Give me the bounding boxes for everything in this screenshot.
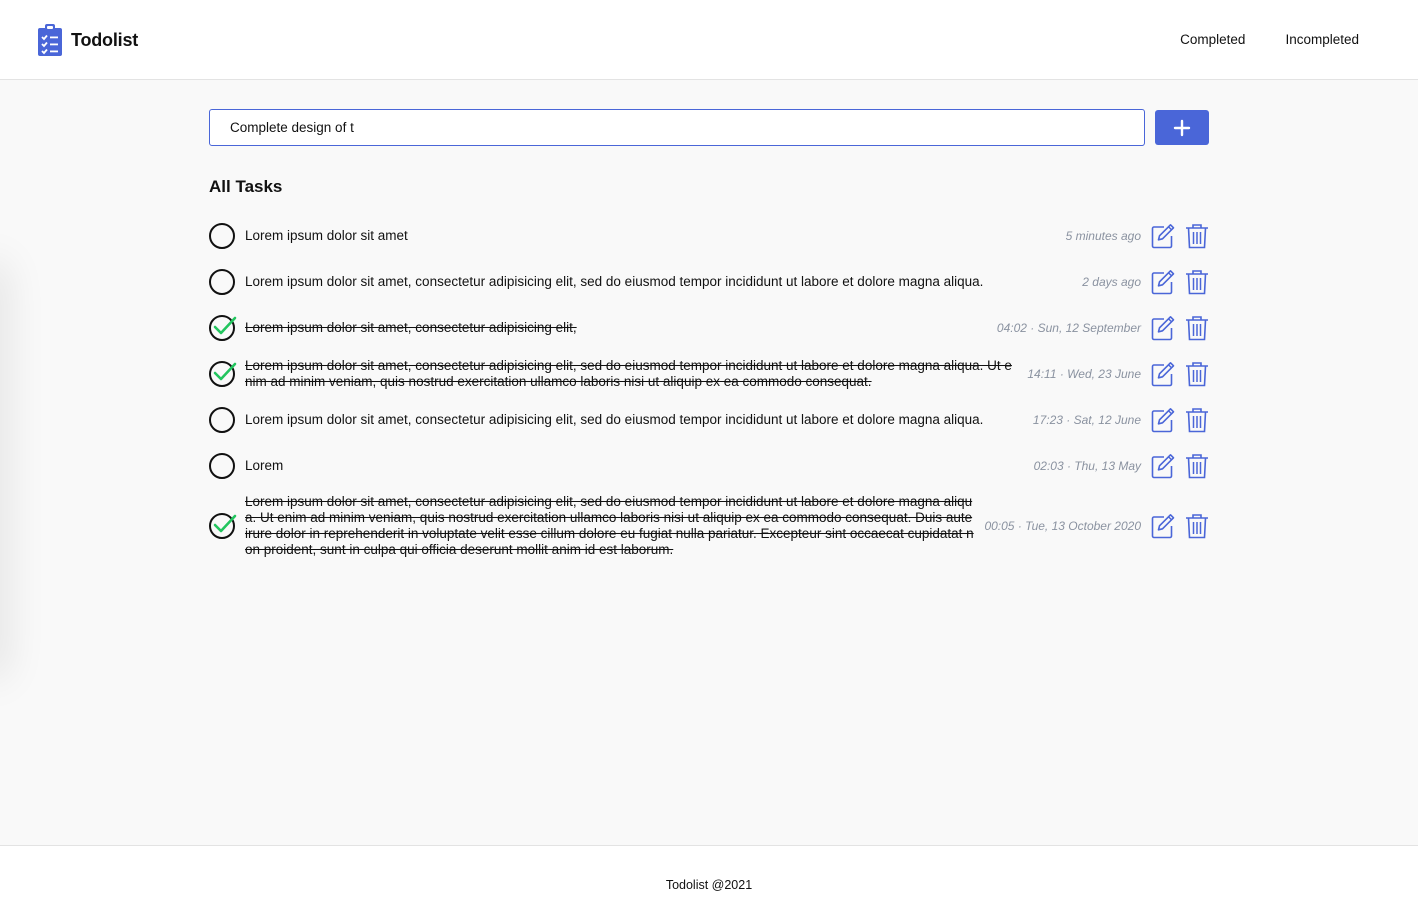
task-time: 5 minutes ago — [1065, 229, 1141, 243]
edit-icon[interactable] — [1151, 223, 1175, 249]
task-actions — [1151, 315, 1209, 341]
trash-icon[interactable] — [1185, 315, 1209, 341]
task-text: Lorem — [245, 458, 284, 473]
task-checkbox-checked[interactable] — [209, 315, 237, 341]
add-task-button[interactable] — [1155, 110, 1209, 145]
checkmark-icon — [209, 315, 237, 341]
section-title: All Tasks — [209, 177, 283, 196]
task-time: 17:23 · Sat, 12 June — [1032, 413, 1141, 427]
circle-icon — [209, 223, 235, 249]
footer-text: Todolist @2021 — [665, 878, 753, 892]
task-row: Lorem ipsum dolor sit amet 5 minutes ago — [209, 213, 1209, 259]
task-text: Lorem ipsum dolor sit amet — [245, 228, 408, 243]
task-row: Lorem ipsum dolor sit amet, consectetur … — [209, 489, 1209, 563]
edit-icon[interactable] — [1151, 513, 1175, 539]
circle-icon — [209, 269, 235, 295]
task-list: Lorem ipsum dolor sit amet 5 minutes ago L… — [209, 213, 1209, 563]
task-time: 14:11 · Wed, 23 June — [1027, 367, 1141, 381]
task-checkbox-unchecked[interactable] — [209, 453, 235, 479]
edit-icon[interactable] — [1151, 407, 1175, 433]
trash-icon[interactable] — [1185, 407, 1209, 433]
brand[interactable]: Todolist — [38, 24, 138, 56]
circle-icon — [209, 407, 235, 433]
task-row: Lorem ipsum dolor sit amet, consectetur … — [209, 259, 1209, 305]
checkmark-icon — [209, 361, 237, 387]
task-actions — [1151, 269, 1209, 295]
task-checkbox-unchecked[interactable] — [209, 269, 235, 295]
plus-icon — [1173, 119, 1191, 136]
task-text: Lorem ipsum dolor sit amet, consectetur … — [245, 274, 984, 289]
edit-icon[interactable] — [1151, 361, 1175, 387]
trash-icon[interactable] — [1185, 223, 1209, 249]
task-actions — [1151, 407, 1209, 433]
nav-completed[interactable]: Completed — [1180, 32, 1245, 47]
clipboard-checklist-icon — [38, 24, 62, 56]
top-header: Todolist Completed Incompleted — [0, 0, 1418, 80]
add-task-row — [209, 109, 1209, 146]
task-row: Lorem ipsum dolor sit amet, consectetur … — [209, 397, 1209, 443]
task-time: 04:02 · Sun, 12 September — [996, 321, 1141, 335]
edit-icon[interactable] — [1151, 315, 1175, 341]
task-row: Lorem 02:03 · Thu, 13 May — [209, 443, 1209, 489]
task-row: Lorem ipsum dolor sit amet, consectetur … — [209, 305, 1209, 351]
task-text: Lorem ipsum dolor sit amet, consectetur … — [245, 494, 974, 557]
trash-icon[interactable] — [1185, 453, 1209, 479]
trash-icon[interactable] — [1185, 269, 1209, 295]
task-text: Lorem ipsum dolor sit amet, consectetur … — [245, 412, 984, 427]
task-checkbox-checked[interactable] — [209, 361, 237, 387]
task-actions — [1151, 361, 1209, 387]
task-actions — [1151, 453, 1209, 479]
task-time: 00:05 · Tue, 13 October 2020 — [984, 519, 1141, 533]
trash-icon[interactable] — [1185, 513, 1209, 539]
edit-icon[interactable] — [1151, 453, 1175, 479]
task-time: 2 days ago — [1082, 275, 1141, 289]
circle-icon — [209, 453, 235, 479]
task-checkbox-unchecked[interactable] — [209, 407, 235, 433]
task-checkbox-unchecked[interactable] — [209, 223, 235, 249]
task-actions — [1151, 513, 1209, 539]
task-checkbox-checked[interactable] — [209, 513, 237, 539]
app-title: Todolist — [71, 29, 139, 50]
edit-icon[interactable] — [1151, 269, 1175, 295]
checkmark-icon — [209, 513, 237, 539]
page-footer: Todolist @2021 — [0, 845, 1418, 924]
task-time: 02:03 · Thu, 13 May — [1033, 459, 1141, 473]
new-task-input[interactable] — [209, 109, 1145, 146]
trash-icon[interactable] — [1185, 361, 1209, 387]
top-nav: Completed Incompleted — [1180, 32, 1359, 47]
task-text: Lorem ipsum dolor sit amet, consectetur … — [245, 320, 577, 335]
task-actions — [1151, 223, 1209, 249]
task-row: Lorem ipsum dolor sit amet, consectetur … — [209, 351, 1209, 397]
task-text: Lorem ipsum dolor sit amet, consectetur … — [245, 358, 1012, 389]
nav-incompleted[interactable]: Incompleted — [1285, 32, 1359, 47]
